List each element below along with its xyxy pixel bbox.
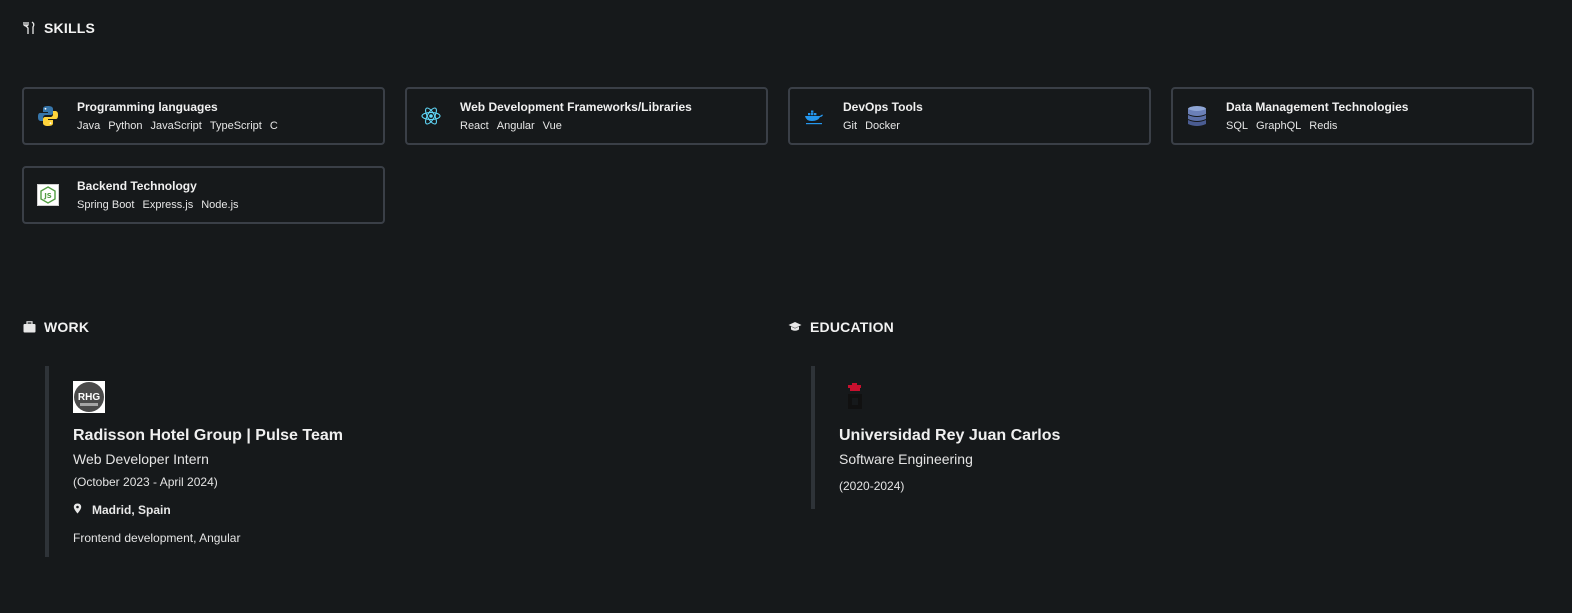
skill-tag: Node.js [201,199,239,211]
skill-tag: Git [843,120,858,132]
nodejs-logo-icon: JS [36,183,60,207]
skill-tags: Git Docker [843,120,923,132]
skill-tag: C [269,120,278,132]
job-location: Madrid, Spain [73,503,645,517]
skill-card-title: Backend Technology [77,179,197,193]
skill-tags: React Angular Vue [460,120,692,132]
company-logo: RHG [73,381,105,413]
job-role: Web Developer Intern [73,451,209,467]
skill-tags: SQL GraphQL Redis [1226,120,1408,132]
skill-tag: SQL [1226,120,1249,132]
university-logo [839,381,871,413]
job-description: Frontend development, Angular [73,531,241,545]
map-pin-icon [73,503,82,517]
briefcase-icon [22,320,36,334]
skill-card-web-frameworks: Web Development Frameworks/Libraries Rea… [405,87,768,145]
university-name: Universidad Rey Juan Carlos [839,427,1061,444]
job-dates: (October 2023 - April 2024) [73,475,218,489]
skill-tag: React [460,120,489,132]
skill-tag: Vue [542,120,562,132]
tools-icon [22,21,36,35]
skill-card-title: Web Development Frameworks/Libraries [460,100,692,114]
skill-card-backend-technology: JS Backend Technology Spring Boot Expres… [22,166,385,224]
database-icon [1185,104,1209,128]
skills-title: SKILLS [44,20,95,36]
skills-heading: SKILLS [22,20,95,36]
work-heading: WORK [22,319,89,335]
react-logo-icon [419,104,443,128]
work-timeline: RHG Radisson Hotel Group | Pulse Team We… [45,366,645,557]
page: SKILLS Programming languages Java Python… [0,0,1572,613]
skill-tags: Spring Boot Express.js Node.js [77,199,239,211]
skill-card-programming-languages: Programming languages Java Python JavaSc… [22,87,385,145]
python-logo-icon [36,104,60,128]
svg-text:JS: JS [43,192,52,200]
education-title: EDUCATION [810,319,894,335]
skill-tag: JavaScript [150,120,202,132]
skill-tag: Java [77,120,101,132]
skill-card-devops-tools: DevOps Tools Git Docker [788,87,1151,145]
skill-card-data-management: Data Management Technologies SQL GraphQL… [1171,87,1534,145]
skill-tag: Express.js [142,199,194,211]
work-title: WORK [44,319,90,335]
skill-card-title: Programming languages [77,100,218,114]
company-name: Radisson Hotel Group | Pulse Team [73,427,344,444]
skill-tag: Angular [496,120,535,132]
skill-tag: GraphQL [1256,120,1302,132]
skill-tag: Redis [1309,120,1338,132]
education-dates: (2020-2024) [839,479,905,493]
skill-tag: Docker [865,120,900,132]
skill-tag: Python [108,120,143,132]
education-timeline: Universidad Rey Juan Carlos Software Eng… [811,366,1411,509]
education-heading: EDUCATION [788,319,894,335]
skills-grid: Programming languages Java Python JavaSc… [22,87,1534,224]
docker-logo-icon [802,104,826,128]
graduation-cap-icon [788,320,802,334]
skill-tags: Java Python JavaScript TypeScript C [77,120,278,132]
skill-tag: TypeScript [209,120,262,132]
skill-tag: Spring Boot [77,199,135,211]
degree-name: Software Engineering [839,451,973,467]
skill-card-title: DevOps Tools [843,100,923,114]
svg-text:RHG: RHG [78,392,100,403]
location-text: Madrid, Spain [92,503,171,517]
skill-card-title: Data Management Technologies [1226,100,1409,114]
